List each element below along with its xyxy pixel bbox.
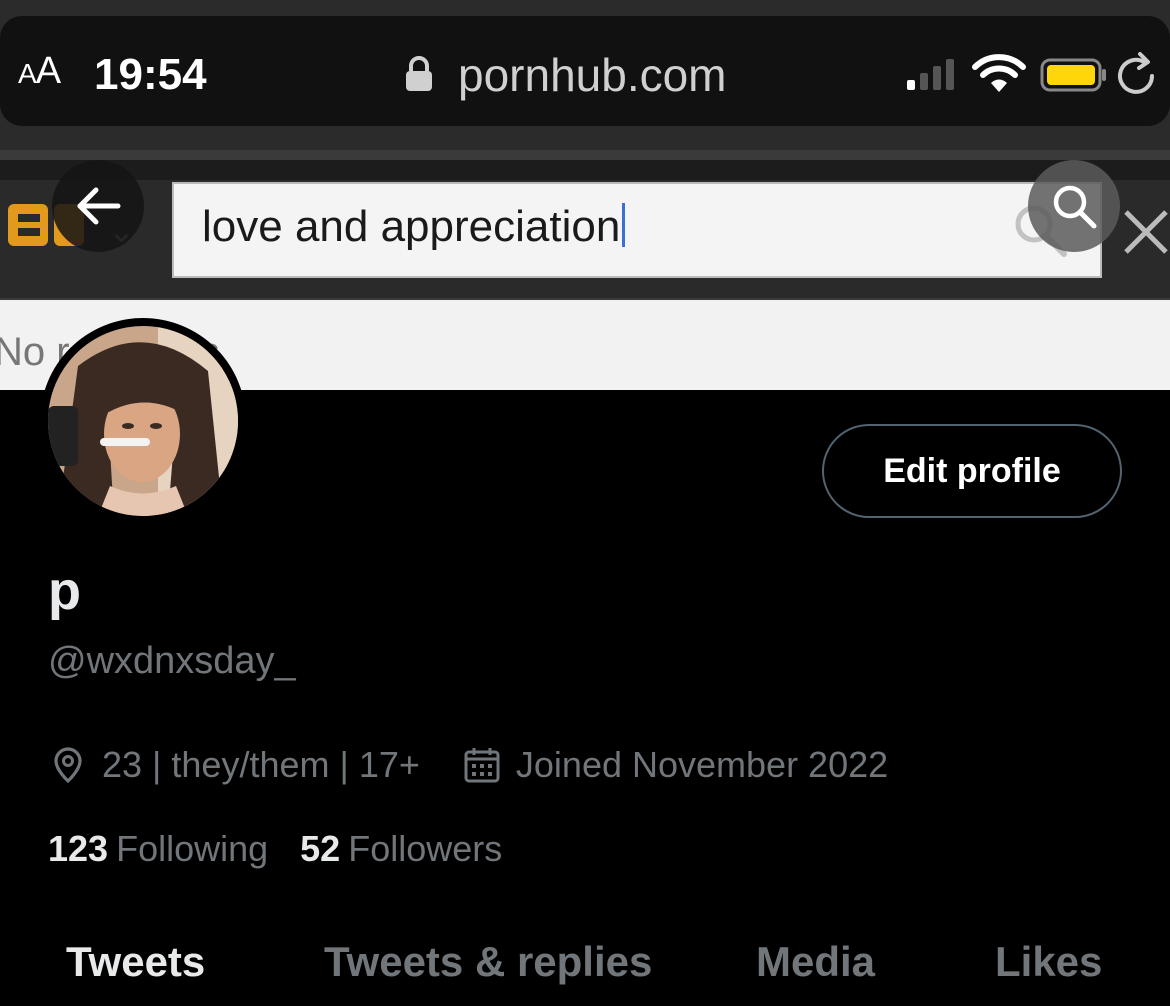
close-icon [1124,210,1168,254]
search-icon [1053,185,1097,229]
followers-link[interactable]: 52 Followers [300,828,502,870]
edit-profile-button[interactable]: Edit profile [822,424,1122,518]
profile-meta: 23 | they/them | 17+ Joined November 202… [48,742,888,788]
search-button[interactable] [1028,160,1120,252]
tab-tweets-replies[interactable]: Tweets & replies [324,938,652,986]
tab-media[interactable]: Media [756,938,875,986]
reload-icon [1118,52,1154,94]
back-button[interactable] [52,160,144,252]
status-time: 19:54 [94,50,207,99]
location-text: 23 | they/them | 17+ [102,744,420,785]
user-handle: @wxdnxsday_ [48,640,296,682]
display-name: p [48,561,81,621]
tab-likes[interactable]: Likes [995,938,1102,986]
avatar-image [48,326,238,516]
wifi-icon [972,54,1026,92]
site-search-query: love and appreciation [202,202,626,252]
joined-date: Joined November 2022 [515,744,889,785]
browser-domain: pornhub.com [458,49,727,101]
avatar[interactable] [40,318,246,524]
tab-tweets[interactable]: Tweets [66,938,205,986]
following-label: Following [116,828,269,869]
followers-label: Followers [348,828,503,869]
location-pin-icon [54,747,82,784]
battery-icon [1040,58,1106,92]
followers-count: 52 [300,828,341,869]
back-arrow-icon [77,187,121,225]
lock-icon [406,56,432,91]
calendar-icon [464,748,500,783]
text-size-label: AA [18,50,61,92]
signal-icon [907,59,954,90]
following-link[interactable]: 123 Following [48,828,268,870]
follow-stats: 123 Following 52 Followers [48,828,502,870]
following-count: 123 [48,828,109,869]
profile-tabs: Tweets Tweets & replies Media Likes [0,930,1170,1006]
